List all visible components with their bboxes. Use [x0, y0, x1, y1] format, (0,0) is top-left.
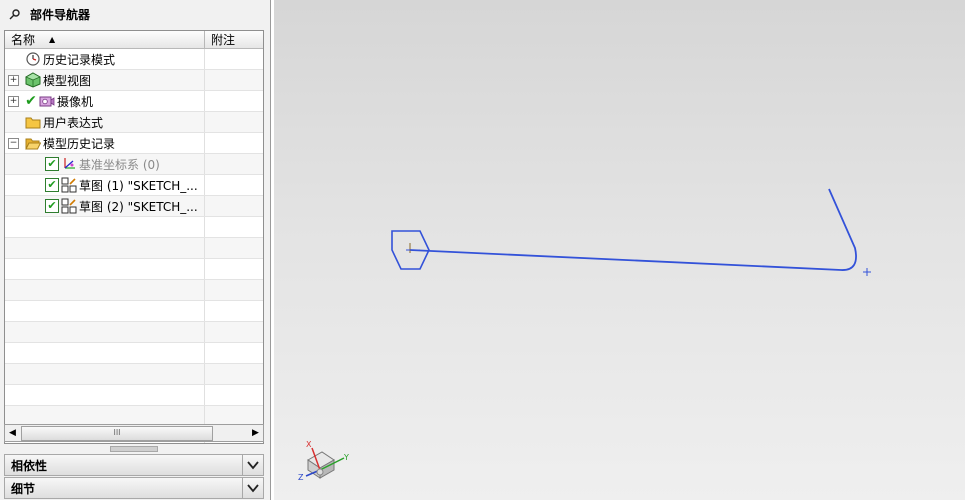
wcs-triad-icon: X Y Z [298, 440, 349, 482]
tree-row-model-history[interactable]: − 模型历史记录 [5, 133, 263, 154]
empty-row [5, 322, 263, 343]
model-views-icon [25, 72, 41, 88]
empty-row [5, 259, 263, 280]
tree-row-datum-csys[interactable]: ✔ 基准坐标系 (0) [5, 154, 263, 175]
empty-row [5, 280, 263, 301]
navigator-tree: 名称 ▲ 附注 历史记录模式 + 模型视图 + ✔ 摄像机 用户表达式 − 模型… [4, 30, 264, 444]
dependencies-section[interactable]: 相依性 [4, 454, 264, 476]
tree-node-label: 草图 (2) "SKETCH_... [79, 199, 198, 214]
tree-row-history-mode[interactable]: 历史记录模式 [5, 49, 263, 70]
chevron-down-icon[interactable] [242, 455, 263, 475]
empty-row [5, 364, 263, 385]
column-name-label: 名称 [11, 33, 36, 47]
camera-icon [39, 93, 55, 109]
expand-icon[interactable]: + [8, 96, 19, 107]
path-curve[interactable] [409, 188, 857, 271]
tree-row-model-views[interactable]: + 模型视图 [5, 70, 263, 91]
checkbox-icon[interactable]: ✔ [45, 157, 59, 171]
sketch-icon [61, 177, 77, 193]
checkbox-icon[interactable]: ✔ [45, 199, 59, 213]
panel-title-bar: 部件导航器 [0, 0, 270, 28]
empty-row [5, 385, 263, 406]
details-section[interactable]: 细节 [4, 477, 264, 499]
sketch-curve[interactable] [391, 188, 857, 271]
panel-splitter-handle[interactable] [110, 446, 158, 452]
empty-row [5, 343, 263, 364]
empty-row [5, 217, 263, 238]
expand-icon[interactable]: + [8, 75, 19, 86]
endpoint-plus-marker [863, 268, 871, 276]
tree-node-label: 模型视图 [43, 73, 92, 88]
tree-row-sketch-2[interactable]: ✔ 草图 (2) "SKETCH_... [5, 196, 263, 217]
checkbox-icon[interactable]: ✔ [45, 178, 59, 192]
triad-x-label: X [306, 440, 312, 449]
tree-row-cameras[interactable]: + ✔ 摄像机 [5, 91, 263, 112]
chevron-down-icon[interactable] [242, 478, 263, 498]
graphics-window[interactable]: X Y Z [274, 0, 965, 500]
sort-ascending-icon: ▲ [49, 35, 56, 44]
tree-node-label: 草图 (1) "SKETCH_... [79, 178, 198, 193]
clock-icon [25, 51, 41, 67]
tree-node-label: 历史记录模式 [43, 52, 116, 67]
column-header-name[interactable]: 名称 ▲ [5, 31, 205, 48]
tree-header: 名称 ▲ 附注 [5, 31, 263, 49]
scroll-left-icon[interactable]: ◀ [5, 425, 20, 441]
dependencies-label: 相依性 [11, 458, 48, 473]
scrollbar-thumb[interactable]: III [21, 426, 213, 441]
horizontal-scrollbar[interactable]: ◀ III ▶ [4, 424, 264, 442]
tree-node-label: 摄像机 [57, 94, 94, 109]
tree-row-sketch-1[interactable]: ✔ 草图 (1) "SKETCH_... [5, 175, 263, 196]
pin-icon[interactable] [8, 7, 22, 21]
folder-icon [25, 114, 41, 130]
open-folder-icon [25, 135, 41, 151]
collapse-icon[interactable]: − [8, 138, 19, 149]
triad-y-label: Y [343, 453, 349, 462]
sketch-icon [61, 198, 77, 214]
panel-title: 部件导航器 [30, 7, 91, 22]
sketch-origin-marker [406, 243, 420, 253]
details-label: 细节 [11, 481, 36, 496]
column-header-note[interactable]: 附注 [205, 31, 263, 48]
tree-node-label: 模型历史记录 [43, 136, 116, 151]
checkmark-icon[interactable]: ✔ [25, 94, 37, 108]
column-note-label: 附注 [211, 33, 236, 47]
empty-row [5, 238, 263, 259]
triad-z-label: Z [298, 473, 304, 482]
empty-row [5, 301, 263, 322]
scroll-right-icon[interactable]: ▶ [248, 425, 263, 441]
tree-node-label: 用户表达式 [43, 115, 104, 130]
part-navigator-panel: 部件导航器 名称 ▲ 附注 历史记录模式 + 模型视图 + ✔ 摄像机 用户表达… [0, 0, 271, 500]
tree-node-label: 基准坐标系 (0) [79, 157, 160, 172]
tree-row-user-expressions[interactable]: 用户表达式 [5, 112, 263, 133]
datum-csys-icon [61, 156, 77, 172]
tree-rows: 历史记录模式 + 模型视图 + ✔ 摄像机 用户表达式 − 模型历史记录 ✔ 基… [5, 49, 263, 443]
